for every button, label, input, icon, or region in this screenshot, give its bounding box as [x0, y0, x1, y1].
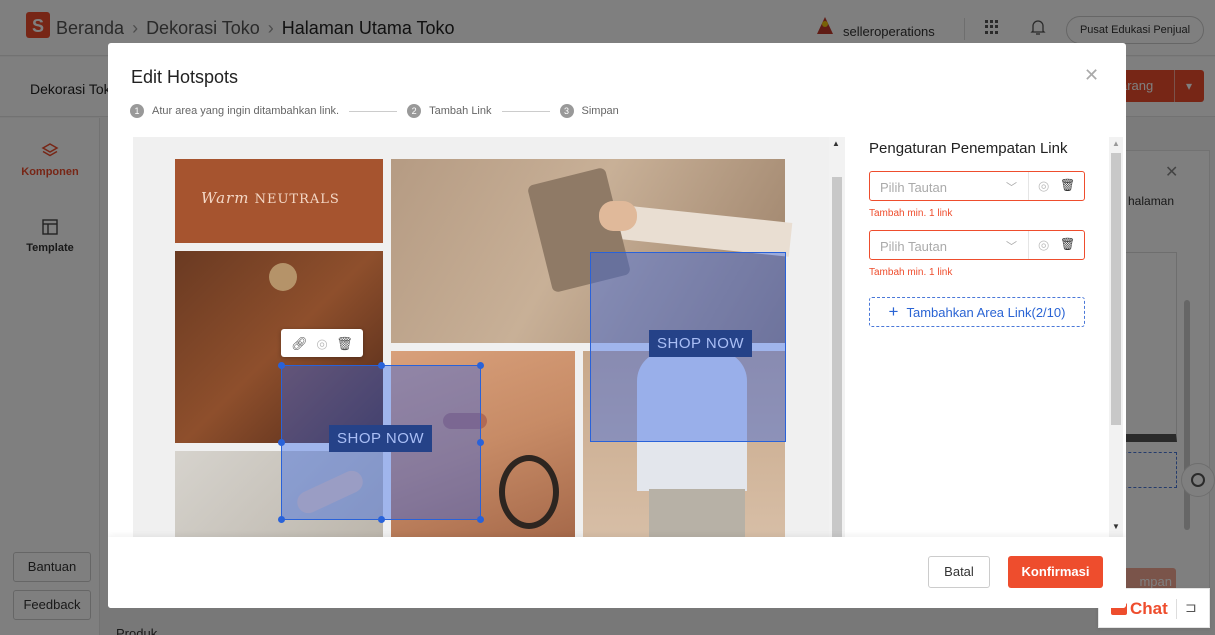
divider	[1028, 231, 1029, 259]
add-link-area-label: Tambahkan Area Link(2/10)	[906, 304, 1066, 320]
step-2: 2 Tambah Link	[407, 104, 492, 118]
divider	[1176, 599, 1177, 619]
scroll-up-icon[interactable]: ▲	[1112, 139, 1120, 148]
close-icon[interactable]: ✕	[1084, 65, 1099, 86]
stepper: 1 Atur area yang ingin ditambahkan link.…	[130, 104, 619, 118]
resize-handle[interactable]	[477, 516, 484, 523]
link-select-placeholder: Pilih Tautan	[880, 180, 947, 195]
pants-shape	[649, 489, 745, 537]
settings-title: Pengaturan Penempatan Link	[869, 140, 1068, 157]
scroll-down-icon[interactable]: ▼	[1112, 522, 1120, 531]
link-settings-panel: Pengaturan Penempatan Link Pilih Tautan …	[853, 137, 1113, 537]
brand-word: NEUTRALS	[254, 192, 340, 207]
step-label: Atur area yang ingin ditambahkan link.	[152, 105, 340, 117]
resize-handle[interactable]	[278, 439, 285, 446]
chat-label: Chat	[1130, 599, 1168, 618]
minimize-icon[interactable]: ⊐	[1185, 599, 1197, 616]
scrollbar-thumb[interactable]	[1111, 153, 1121, 425]
link-error-text: Tambah min. 1 link	[869, 208, 953, 219]
hotspot-area-1[interactable]	[590, 252, 786, 442]
scroll-up-icon[interactable]: ▲	[832, 139, 840, 148]
modal-footer: Batal Konfirmasi	[108, 537, 1126, 608]
link-error-text: Tambah min. 1 link	[869, 267, 953, 278]
trash-icon[interactable]: 🗑︎	[1060, 237, 1075, 251]
step-number: 1	[130, 104, 144, 118]
canvas-scrollbar[interactable]: ▲	[829, 137, 845, 537]
resize-handle[interactable]	[477, 439, 484, 446]
modal-title: Edit Hotspots	[131, 67, 239, 87]
step-1: 1 Atur area yang ingin ditambahkan link.	[130, 104, 339, 118]
hotspot-canvas[interactable]: Warm NEUTRALS SHOP NOW SHOP NOW 🔗︎ ◎ 🗑︎	[133, 137, 845, 537]
glasses-shape	[499, 455, 559, 529]
banner-tile-brand: Warm NEUTRALS	[175, 159, 383, 243]
scrollbar-thumb[interactable]	[832, 177, 842, 537]
eye-icon[interactable]: ◎	[316, 337, 327, 350]
link-icon[interactable]: 🔗︎	[291, 337, 308, 350]
resize-handle[interactable]	[477, 362, 484, 369]
hotspot-toolbar: 🔗︎ ◎ 🗑︎	[281, 329, 363, 357]
eye-icon[interactable]: ◎	[1038, 237, 1049, 253]
arm-shape	[619, 205, 793, 257]
cancel-button[interactable]: Batal	[928, 556, 990, 588]
step-number: 2	[407, 104, 422, 118]
resize-handle[interactable]	[378, 516, 385, 523]
plus-icon: +	[888, 302, 899, 321]
step-label: Simpan	[581, 105, 619, 117]
chevron-down-icon: ﹀	[1006, 182, 1017, 194]
step-label: Tambah Link	[429, 105, 492, 117]
brand-text: Warm NEUTRALS	[201, 189, 340, 207]
settings-scrollbar[interactable]: ▲ ▼	[1109, 137, 1123, 537]
resize-handle[interactable]	[278, 516, 285, 523]
resize-handle[interactable]	[278, 362, 285, 369]
eye-icon[interactable]: ◎	[1038, 178, 1049, 194]
link-select-row[interactable]: Pilih Tautan ﹀ ◎ 🗑︎	[869, 171, 1085, 201]
divider	[1028, 172, 1029, 200]
edit-hotspots-modal: Edit Hotspots ✕ 1 Atur area yang ingin d…	[108, 43, 1126, 608]
resize-handle[interactable]	[378, 362, 385, 369]
brand-script: Warm	[201, 189, 250, 207]
step-connector	[349, 110, 398, 112]
chevron-down-icon: ﹀	[1006, 241, 1017, 253]
confirm-button[interactable]: Konfirmasi	[1008, 556, 1103, 588]
coat-button	[269, 263, 297, 291]
step-3: 3 Simpan	[559, 104, 619, 118]
step-connector	[501, 110, 550, 112]
trash-icon[interactable]: 🗑︎	[1060, 178, 1075, 192]
link-select-row[interactable]: Pilih Tautan ﹀ ◎ 🗑︎	[869, 230, 1085, 260]
link-select-placeholder: Pilih Tautan	[880, 239, 947, 254]
hotspot-area-2[interactable]	[278, 362, 484, 523]
step-number: 3	[559, 104, 574, 118]
hand-shape	[599, 201, 637, 231]
trash-icon[interactable]: 🗑︎	[336, 337, 353, 350]
add-link-area-button[interactable]: + Tambahkan Area Link(2/10)	[869, 297, 1085, 327]
